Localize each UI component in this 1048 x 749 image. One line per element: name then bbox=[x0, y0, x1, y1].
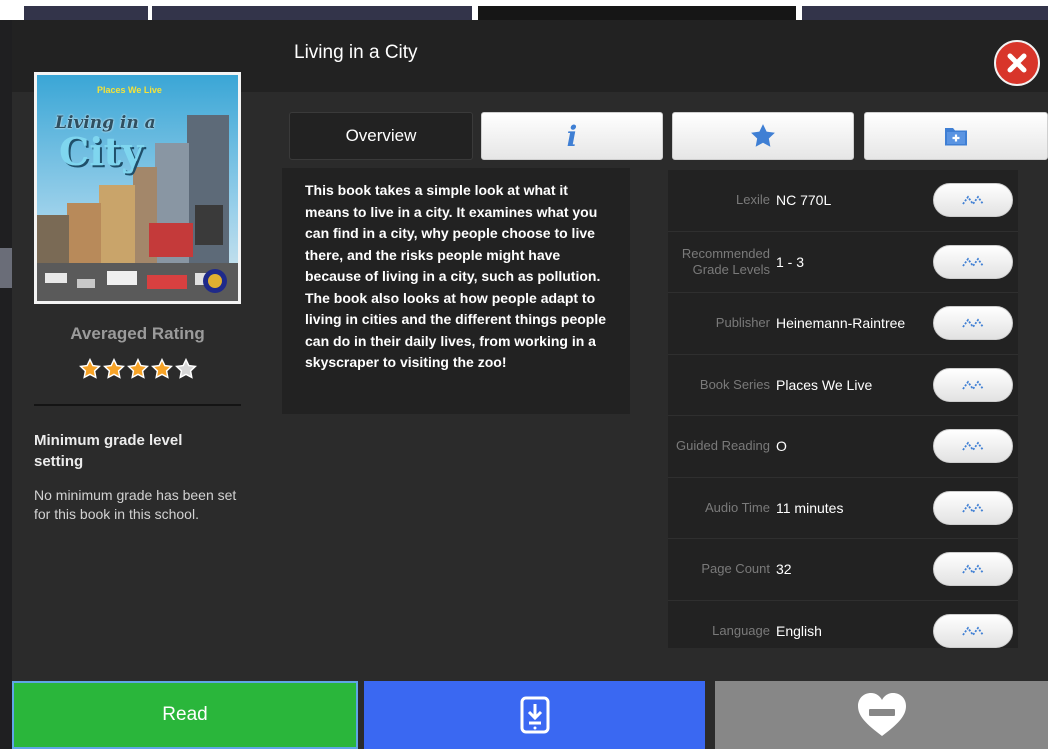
tab-overview[interactable]: Overview bbox=[289, 112, 473, 160]
similar-books-button[interactable] bbox=[933, 552, 1013, 586]
similar-books-button[interactable] bbox=[933, 490, 1013, 525]
star-filled-icon bbox=[150, 358, 173, 379]
overview-description: This book takes a simple look at what it… bbox=[282, 168, 630, 414]
detail-row-language: Language English bbox=[668, 601, 1018, 663]
download-button[interactable] bbox=[364, 681, 705, 749]
star-filled-icon bbox=[78, 358, 101, 379]
info-icon: i bbox=[566, 119, 578, 153]
detail-label: Lexile bbox=[736, 192, 770, 208]
tab-overview-label: Overview bbox=[345, 126, 417, 145]
similar-books-button[interactable] bbox=[933, 613, 1013, 648]
book-cover-art bbox=[37, 75, 238, 301]
tab-rating[interactable] bbox=[672, 112, 854, 160]
detail-label: Page Count bbox=[701, 561, 770, 577]
similar-books-icon bbox=[962, 256, 984, 268]
detail-value: English bbox=[776, 623, 822, 640]
background-tab bbox=[802, 6, 1048, 20]
detail-row-publisher: Publisher Heinemann-Raintree bbox=[668, 293, 1018, 355]
averaged-rating-label: Averaged Rating bbox=[70, 324, 205, 343]
close-button[interactable] bbox=[994, 40, 1040, 86]
similar-books-button[interactable] bbox=[933, 183, 1013, 217]
book-details-modal: Living in a City Places We Live Living i… bbox=[12, 20, 1048, 749]
detail-label: Audio Time bbox=[704, 499, 770, 515]
similar-books-icon bbox=[962, 441, 984, 452]
detail-value: O bbox=[776, 438, 787, 455]
similar-books-button[interactable] bbox=[933, 429, 1013, 463]
similar-books-icon bbox=[962, 379, 984, 391]
close-x-icon bbox=[1007, 53, 1027, 73]
detail-label: Guided Reading bbox=[676, 438, 770, 454]
background-tab bbox=[24, 6, 148, 20]
book-cover[interactable]: Places We Live Living in a City bbox=[34, 72, 241, 304]
similar-books-button[interactable] bbox=[933, 306, 1013, 340]
tab-info[interactable]: i bbox=[481, 112, 663, 160]
star-empty-icon bbox=[174, 358, 197, 379]
detail-label: Publisher bbox=[715, 315, 770, 331]
remove-favorite-button[interactable] bbox=[715, 681, 1048, 749]
cover-title-line2: City bbox=[59, 129, 144, 174]
star-filled-icon bbox=[102, 358, 125, 379]
detail-value: Heinemann-Raintree bbox=[776, 315, 906, 332]
download-tablet-icon bbox=[520, 696, 549, 734]
folder-add-icon bbox=[945, 128, 967, 146]
similar-books-icon bbox=[962, 502, 984, 514]
similar-books-button[interactable] bbox=[933, 367, 1013, 402]
read-button[interactable]: Read bbox=[12, 681, 358, 749]
detail-label: Book Series bbox=[699, 376, 770, 392]
similar-books-icon bbox=[962, 625, 984, 637]
details-panel: Lexile NC 770L Recommended Grade Levels … bbox=[668, 170, 1018, 648]
similar-books-button[interactable] bbox=[933, 244, 1013, 279]
min-grade-title: Minimum grade level setting bbox=[34, 432, 183, 470]
star-filled-icon bbox=[126, 358, 149, 379]
detail-value: NC 770L bbox=[776, 192, 832, 209]
detail-row-lexile: Lexile NC 770L bbox=[668, 170, 1018, 232]
detail-value: 32 bbox=[776, 561, 792, 578]
star-icon bbox=[751, 124, 775, 147]
cover-series-banner: Places We Live bbox=[97, 85, 162, 95]
heart-remove-icon bbox=[857, 693, 906, 736]
detail-value: 11 minutes bbox=[776, 499, 844, 516]
detail-label: Recommended Grade Levels bbox=[681, 245, 770, 277]
rating-stars bbox=[34, 358, 241, 380]
background-top-bar bbox=[0, 0, 1048, 20]
background-tab bbox=[152, 6, 472, 20]
detail-row-audio-time: Audio Time 11 minutes bbox=[668, 478, 1018, 539]
similar-books-icon bbox=[962, 564, 984, 575]
detail-row-grade-levels: Recommended Grade Levels 1 - 3 bbox=[668, 232, 1018, 293]
similar-books-icon bbox=[962, 195, 984, 206]
book-title: Living in a City bbox=[294, 42, 418, 63]
min-grade-text: No minimum grade has been set for this b… bbox=[34, 487, 237, 522]
background-tab bbox=[478, 6, 796, 20]
detail-label: Language bbox=[712, 623, 770, 639]
read-button-label: Read bbox=[162, 704, 208, 725]
detail-row-page-count: Page Count 32 bbox=[668, 539, 1018, 601]
detail-row-guided-reading: Guided Reading O bbox=[668, 416, 1018, 478]
divider bbox=[34, 404, 241, 406]
detail-row-book-series: Book Series Places We Live bbox=[668, 355, 1018, 416]
similar-books-icon bbox=[962, 318, 984, 329]
tab-add-to-folder[interactable] bbox=[864, 112, 1048, 160]
screen: Living in a City Places We Live Living i… bbox=[0, 0, 1048, 749]
detail-value: Places We Live bbox=[776, 376, 873, 393]
detail-value: 1 - 3 bbox=[776, 253, 805, 270]
